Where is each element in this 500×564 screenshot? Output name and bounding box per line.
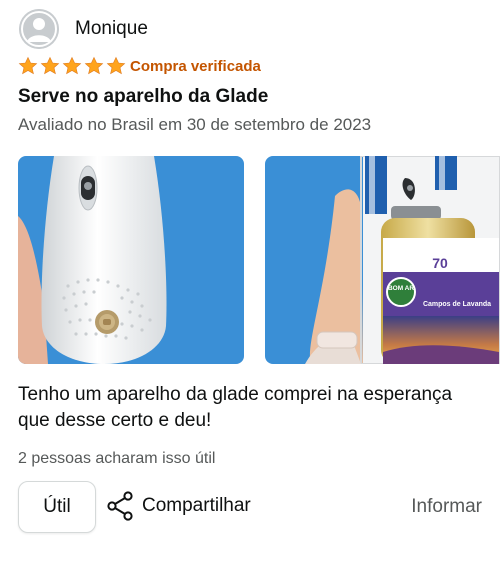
share-label: Compartilhar <box>142 495 251 516</box>
review-body: Tenho um aparelho da glade comprei na es… <box>18 384 453 431</box>
avatar <box>19 9 59 49</box>
review-photo-2[interactable]: BOM AR 70 Campos de Lavanda <box>265 156 500 364</box>
user-icon <box>19 9 59 49</box>
star-icon <box>106 56 126 75</box>
star-rating <box>18 56 126 76</box>
verified-purchase-badge: Compra verificada <box>130 58 261 75</box>
star-icon <box>62 56 82 75</box>
star-icon <box>18 56 38 75</box>
air-freshener-dispenser-photo <box>18 156 244 364</box>
refill-badge-label: 70 <box>432 255 448 271</box>
air-freshener-refill-photo: BOM AR 70 Campos de Lavanda <box>265 156 500 364</box>
review-photo-1[interactable] <box>18 156 244 364</box>
review-date: Avaliado no Brasil em 30 de setembro de … <box>18 115 372 134</box>
refill-scent-label: Campos de Lavanda <box>423 301 491 308</box>
refill-brand-label: BOM AR <box>388 285 414 292</box>
star-icon <box>84 56 104 75</box>
share-icon <box>107 491 133 521</box>
helpful-button[interactable]: Útil <box>18 481 96 533</box>
helpful-count: 2 pessoas acharam isso útil <box>18 450 216 467</box>
reviewer-name: Monique <box>75 18 148 39</box>
star-icon <box>40 56 60 75</box>
share-button[interactable]: Compartilhar <box>106 491 251 521</box>
report-link[interactable]: Informar <box>411 496 482 518</box>
review-title[interactable]: Serve no aparelho da Glade <box>18 86 268 108</box>
